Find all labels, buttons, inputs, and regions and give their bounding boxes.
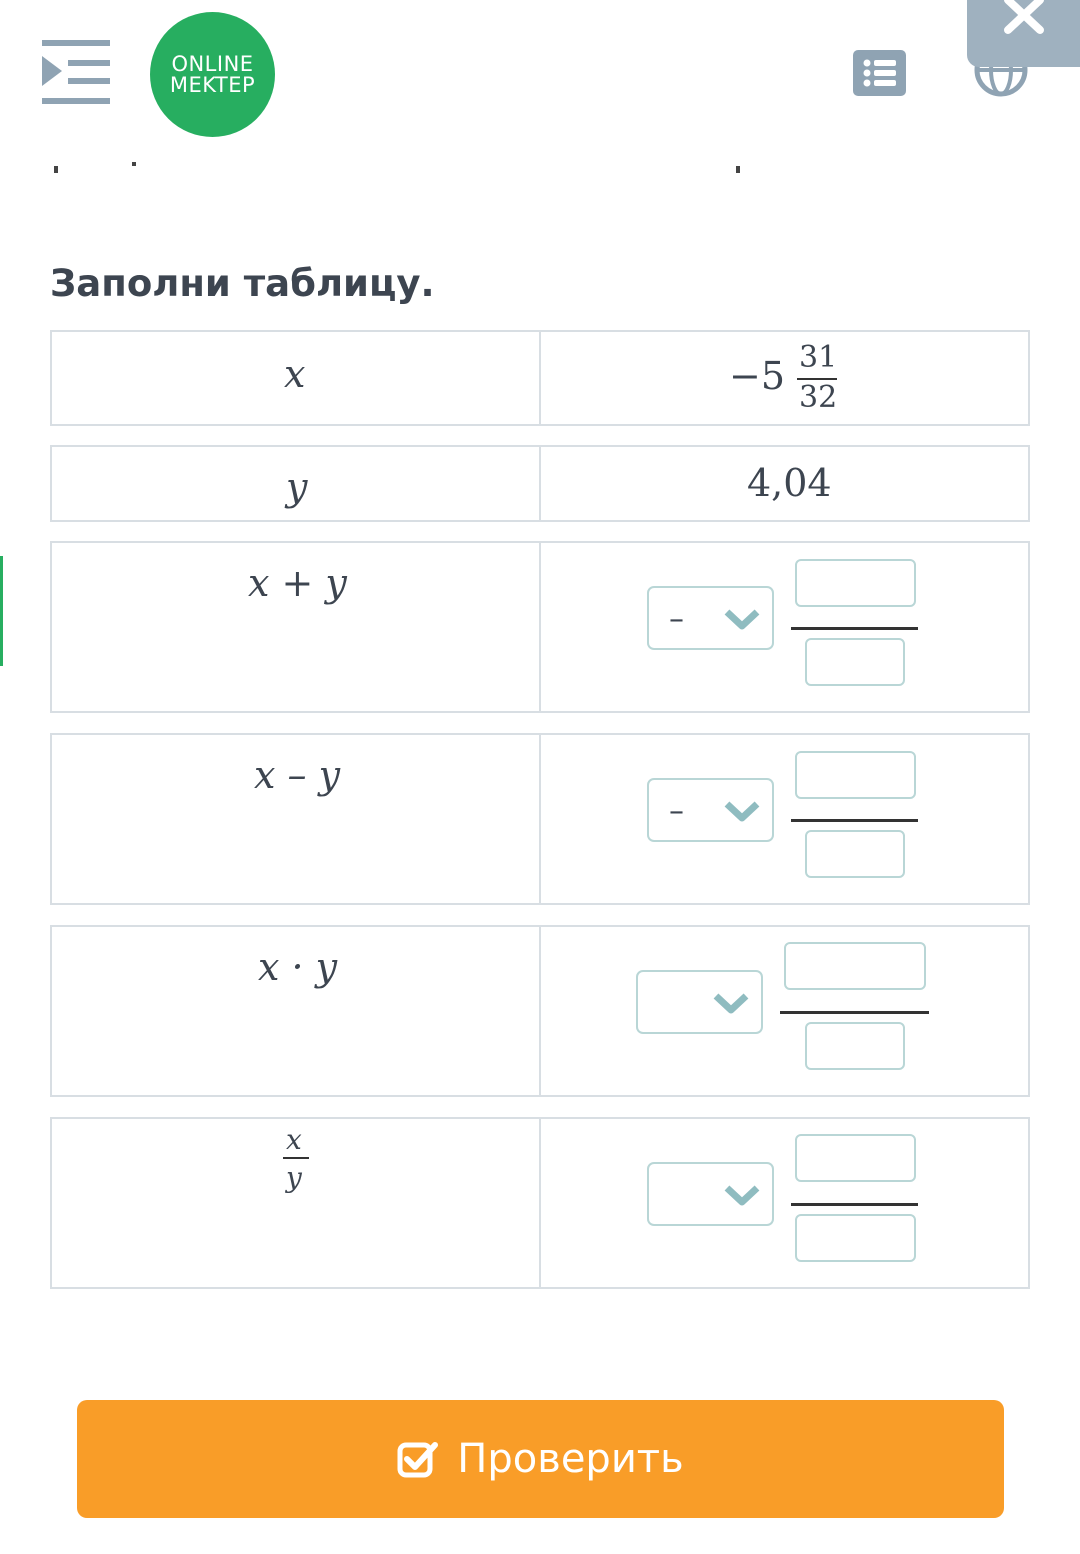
mixed-number-whole: −5 (729, 354, 786, 398)
close-button[interactable] (967, 0, 1080, 67)
task-list-icon[interactable] (853, 50, 906, 96)
denominator-input[interactable] (805, 638, 905, 686)
mixed-number-denominator: 32 (799, 380, 838, 415)
table-row-product: x · y (50, 925, 1030, 1097)
row-answer-cell (541, 1119, 1028, 1287)
row-label-cell: x (52, 332, 541, 424)
sign-select[interactable]: – (647, 778, 774, 842)
row-label: x – y (254, 753, 341, 797)
table-row-quotient: x y (50, 1117, 1030, 1289)
row-value-cell: 4,04 (541, 447, 1028, 520)
row-label-cell: x y (52, 1119, 541, 1287)
sign-select-value: – (669, 602, 684, 637)
row-label-cell: x + y (52, 543, 541, 711)
denominator-input[interactable] (795, 1214, 916, 1262)
fraction-bar (791, 627, 918, 630)
table-row-difference: x – y – (50, 733, 1030, 905)
chevron-down-icon (713, 993, 749, 1014)
table-row-sum: x + y – (50, 541, 1030, 713)
row-label-cell: x – y (52, 735, 541, 903)
side-accent-bar (0, 556, 3, 666)
sign-select[interactable]: – (647, 586, 774, 650)
chevron-down-icon (724, 801, 760, 822)
close-icon (1004, 0, 1044, 34)
row-label-cell: x · y (52, 927, 541, 1095)
table-row-x: x −5 31 32 (50, 330, 1030, 426)
chevron-down-icon (724, 1185, 760, 1206)
fraction-bar (283, 1157, 309, 1159)
numerator-input[interactable] (784, 942, 926, 990)
check-button-label: Проверить (457, 1436, 684, 1482)
fraction-bar (780, 1011, 929, 1014)
sign-select-value: – (669, 794, 684, 829)
sign-select[interactable] (636, 970, 763, 1034)
row-label: x · y (258, 945, 338, 989)
table-row-y: y 4,04 (50, 445, 1030, 522)
online-mektep-logo[interactable]: ONLINE MEKTEP (150, 12, 275, 137)
row-label: y (286, 465, 308, 509)
mixed-number-numerator: 31 (799, 340, 838, 375)
row-label-numerator: x (286, 1123, 302, 1156)
row-label-denominator: y (286, 1161, 302, 1194)
fraction-bar (791, 819, 918, 822)
row-label: x (284, 352, 306, 396)
menu-toggle-icon[interactable] (42, 40, 110, 106)
logo-line2: MEKTEP (169, 72, 256, 97)
task-title: Заполни таблицу. (50, 262, 435, 305)
row-value: 4,04 (747, 461, 832, 505)
fraction-bar (791, 1203, 918, 1206)
denominator-input[interactable] (805, 830, 905, 878)
clipped-text-remnant (54, 162, 740, 173)
chevron-down-icon (724, 609, 760, 630)
check-button[interactable]: Проверить (77, 1400, 1004, 1518)
sign-select[interactable] (647, 1162, 774, 1226)
row-answer-cell: – (541, 735, 1028, 903)
row-value-cell: −5 31 32 (541, 332, 1028, 424)
numerator-input[interactable] (795, 751, 916, 799)
checkbox-check-icon (397, 1442, 439, 1478)
row-answer-cell (541, 927, 1028, 1095)
row-answer-cell: – (541, 543, 1028, 711)
row-label-cell: y (52, 447, 541, 520)
numerator-input[interactable] (795, 1134, 916, 1182)
denominator-input[interactable] (805, 1022, 905, 1070)
numerator-input[interactable] (795, 559, 916, 607)
logo-line1: ONLINE (171, 51, 254, 76)
row-label: x + y (248, 561, 347, 605)
